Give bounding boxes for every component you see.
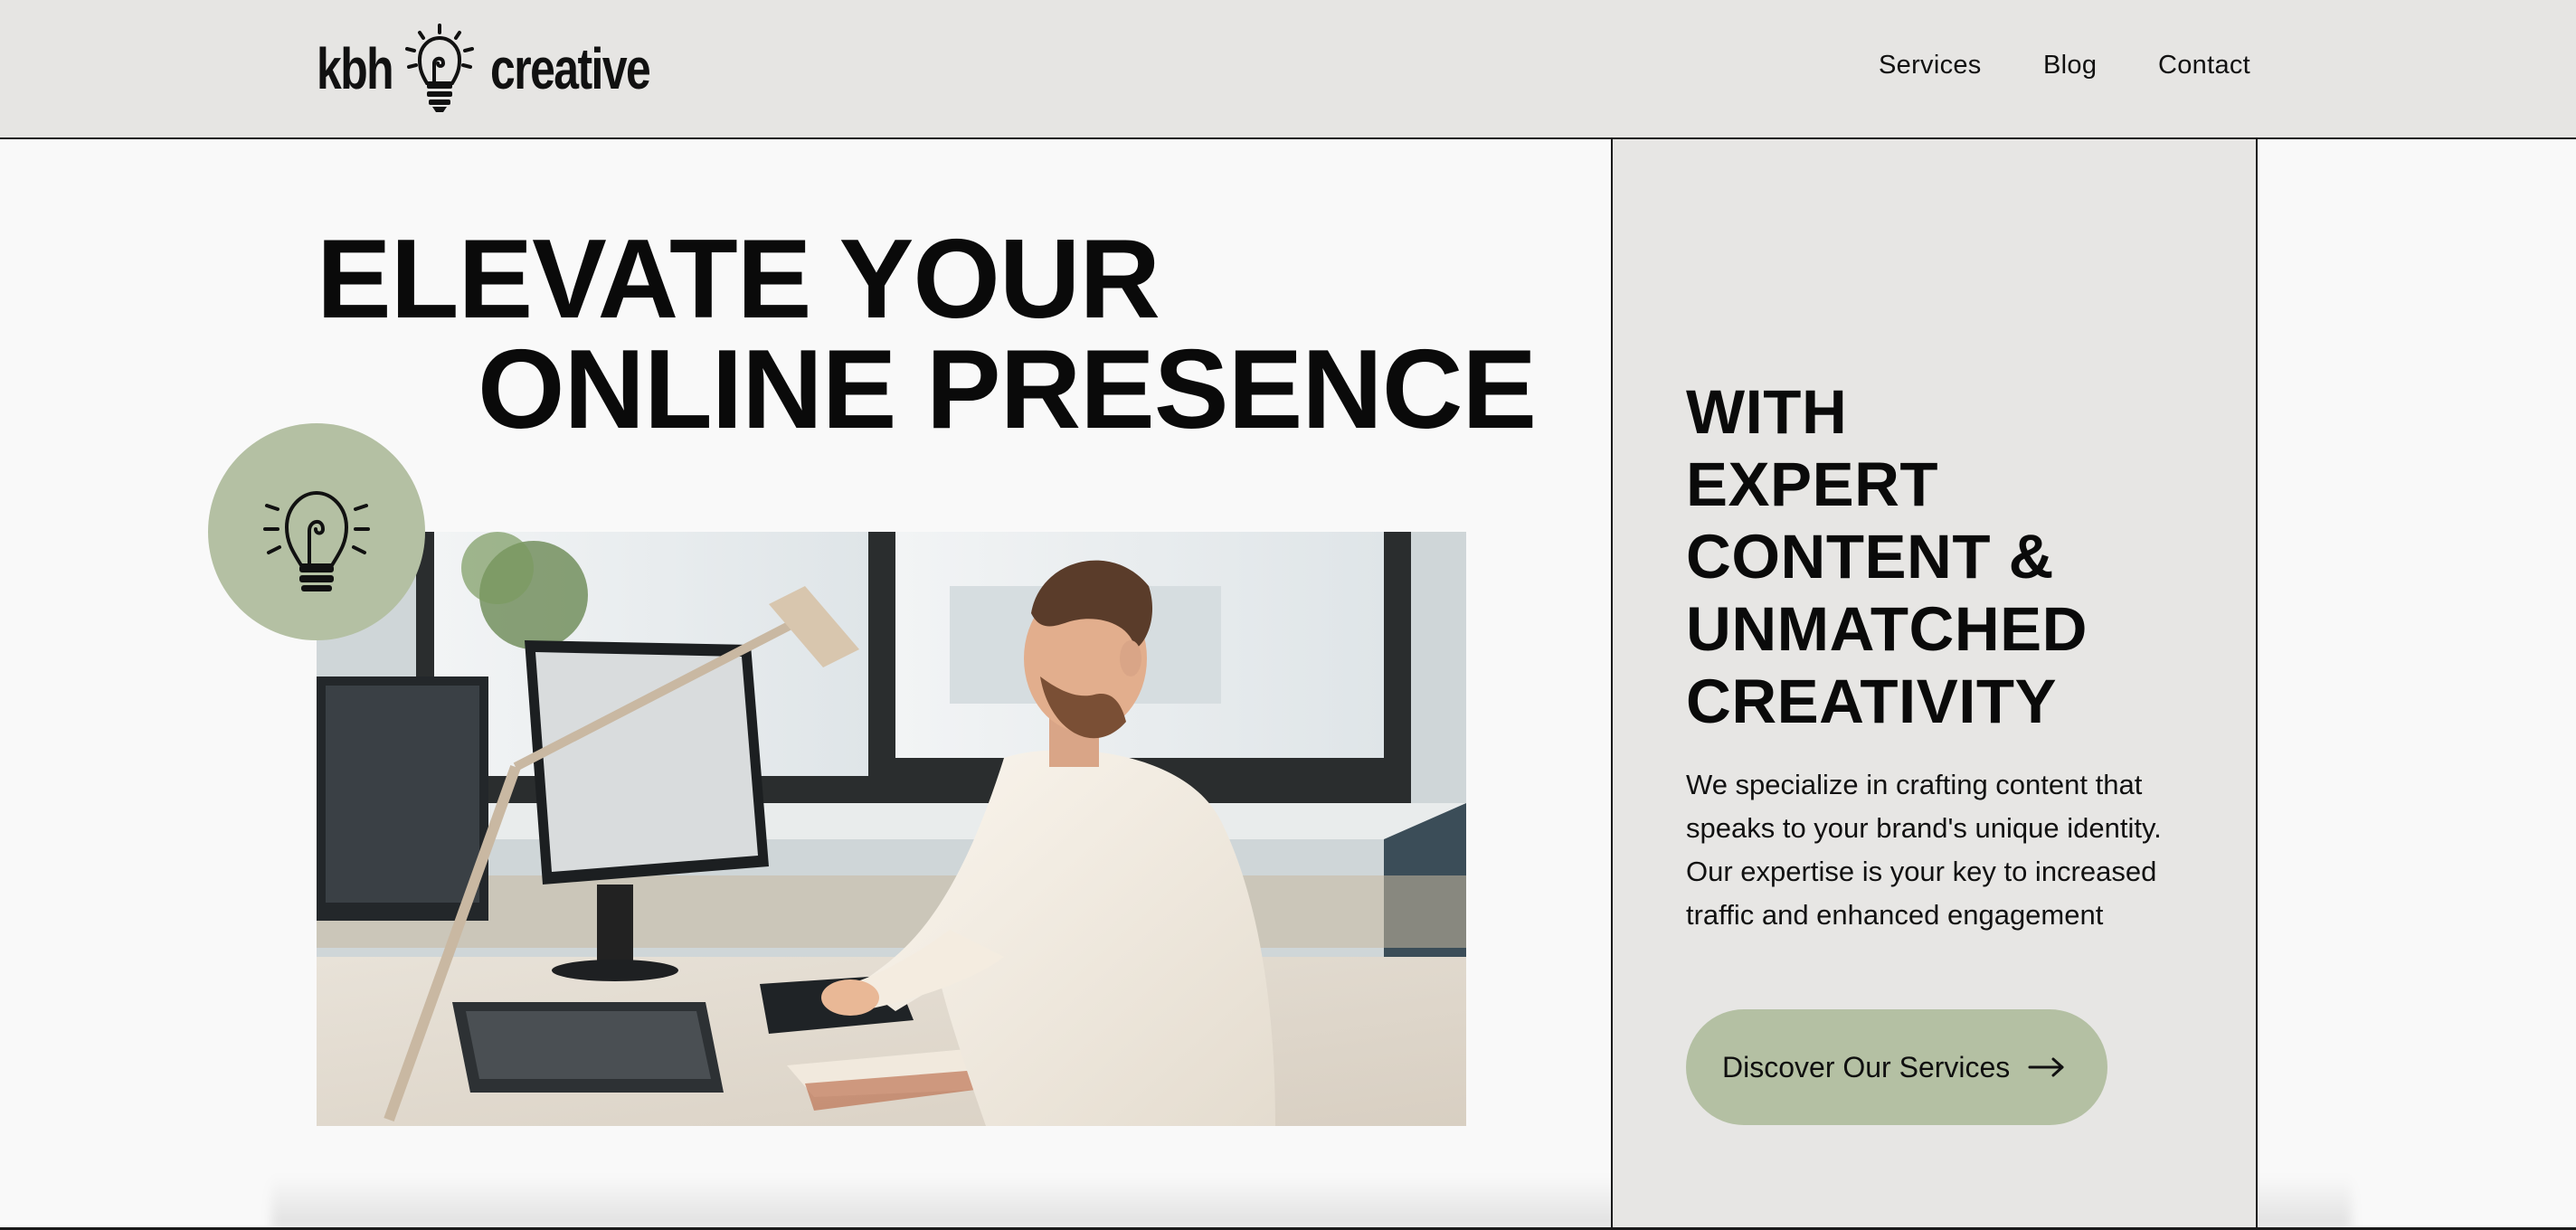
panel-description: We specialize in crafting content that s… <box>1686 769 2162 931</box>
site-header: kbh creative Services Blog Contact <box>0 0 2576 139</box>
logo-text-creative: creative <box>489 36 651 101</box>
panel-heading-line: UNMATCHED <box>1686 594 2088 664</box>
panel-heading-line: CONTENT & <box>1686 522 2054 591</box>
hero-headline-line-2: ONLINE PRESENCE <box>478 327 1537 452</box>
lightbulb-badge <box>208 423 425 640</box>
logo-text-kbh: kbh <box>317 36 394 101</box>
panel-heading-line: EXPERT <box>1686 449 1939 519</box>
office-photo-illustration <box>317 532 1466 1126</box>
panel-heading-line: CREATIVITY <box>1686 667 2058 736</box>
hero-photo <box>317 532 1466 1126</box>
panel-heading: WITH EXPERT CONTENT & UNMATCHED CREATIVI… <box>1686 376 2088 738</box>
hero-headline: ELEVATE YOUR ONLINE PRESENCE <box>317 217 1537 452</box>
lightbulb-icon <box>404 24 474 112</box>
intro-panel: WITH EXPERT CONTENT & UNMATCHED CREATIVI… <box>1611 139 2258 1230</box>
brand-logo[interactable]: kbh creative <box>317 24 695 112</box>
nav-contact[interactable]: Contact <box>2158 51 2250 80</box>
nav-blog[interactable]: Blog <box>2043 51 2097 80</box>
discover-services-label: Discover Our Services <box>1722 1050 2011 1083</box>
discover-services-button[interactable]: Discover Our Services <box>1686 1009 2107 1125</box>
hero-headline-line-1: ELEVATE YOUR <box>317 217 1160 342</box>
arrow-right-icon <box>2028 1057 2064 1077</box>
lightbulb-icon <box>263 490 370 591</box>
panel-heading-line: WITH <box>1686 377 1848 447</box>
nav-services[interactable]: Services <box>1879 51 1982 80</box>
